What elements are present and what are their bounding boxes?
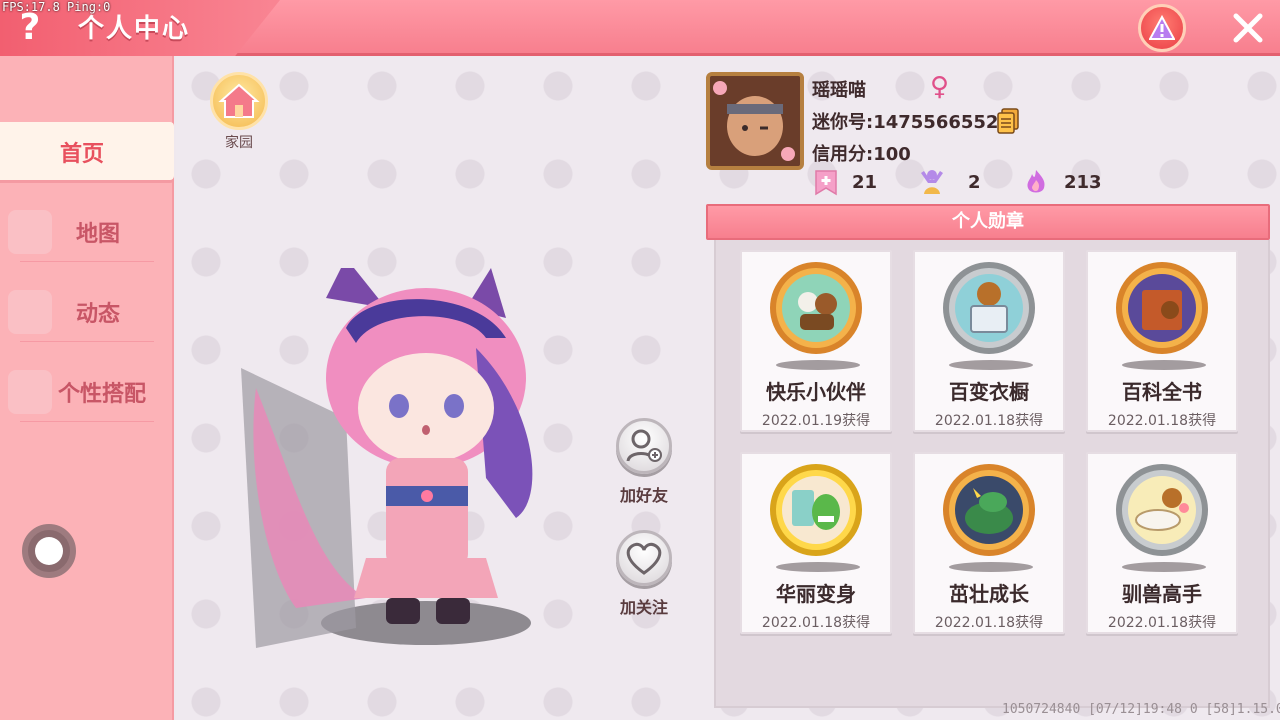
sidebar-item-label: 地图 [75, 222, 120, 247]
badge-name: 快乐小伙伴 [766, 380, 866, 404]
close-button[interactable] [1226, 6, 1270, 50]
warning-triangle-icon [1149, 15, 1175, 40]
credit-score: 信用分:100 [812, 144, 911, 165]
transformation-medal-icon [770, 464, 862, 556]
growth-medal-icon [943, 464, 1035, 556]
warning-button[interactable] [1138, 4, 1186, 52]
person-plus-icon [626, 429, 662, 462]
sidebar-item-map[interactable]: 地图 [0, 202, 164, 262]
build-info: 1050724840 [07/12]19:48 0 [58]1.15.0 [1002, 702, 1280, 717]
badge-shadow [949, 562, 1033, 572]
badge-shadow [1122, 562, 1206, 572]
sidebar: 首页 地图 动态 个性搭配 [0, 56, 174, 720]
player-character [241, 268, 533, 648]
cheer-person-icon [921, 170, 943, 194]
stat-value: 213 [1064, 172, 1102, 193]
sidebar-item-label: 首页 [59, 142, 104, 167]
sidebar-item-outfit[interactable]: 个性搭配 [0, 362, 164, 422]
badge-date: 2022.01.19获得 [761, 413, 871, 429]
wardrobe-medal-icon [943, 262, 1035, 354]
add-friend-label: 加好友 [619, 486, 668, 505]
badge-name: 华丽变身 [776, 582, 856, 606]
home-button[interactable] [210, 72, 268, 130]
badge-card[interactable]: 百变衣橱 2022.01.18获得 [913, 250, 1065, 432]
badge-name: 百变衣橱 [949, 380, 1029, 404]
bookmark-plus-icon [815, 170, 837, 196]
copy-icon[interactable] [996, 108, 1020, 134]
badge-shadow [1122, 360, 1206, 370]
badge-date: 2022.01.18获得 [1107, 615, 1217, 631]
badge-name: 百科全书 [1122, 380, 1202, 404]
badge-name: 茁壮成长 [949, 582, 1029, 606]
badge-card[interactable]: 茁壮成长 2022.01.18获得 [913, 452, 1065, 634]
stat-value: 21 [852, 172, 878, 193]
sidebar-item-feed[interactable]: 动态 [0, 282, 164, 342]
top-bar: ? 个人中心 FPS:17.8 Ping:0 [0, 0, 1280, 56]
add-friend-button[interactable] [616, 418, 672, 474]
badge-card[interactable]: 快乐小伙伴 2022.01.19获得 [740, 250, 892, 432]
divider [20, 421, 154, 422]
badge-section-title: 个人勋章 [706, 204, 1270, 240]
encyclopedia-medal-icon [1116, 262, 1208, 354]
badge-date: 2022.01.18获得 [1107, 413, 1217, 429]
badge-card[interactable]: 驯兽高手 2022.01.18获得 [1086, 452, 1238, 634]
house-icon [218, 83, 260, 118]
follow-button[interactable] [616, 530, 672, 586]
home-label: 家园 [225, 135, 253, 151]
badge-shadow [776, 562, 860, 572]
avatar-portrait [710, 76, 800, 166]
badge-name: 驯兽高手 [1122, 582, 1202, 606]
heart-icon [626, 542, 662, 575]
sidebar-item-home[interactable]: 首页 [0, 122, 174, 180]
badge-card[interactable]: 华丽变身 2022.01.18获得 [740, 452, 892, 634]
badge-shadow [949, 360, 1033, 370]
avatar[interactable] [706, 72, 804, 170]
player-name: 瑶瑶喵 [812, 80, 866, 101]
fps-readout: FPS:17.8 Ping:0 [2, 0, 111, 14]
divider [20, 341, 154, 342]
badge-date: 2022.01.18获得 [934, 413, 1044, 429]
player-id: 迷你号:1475566552 [812, 112, 999, 133]
sidebar-item-label: 动态 [75, 302, 120, 327]
follow-label: 加关注 [619, 598, 668, 617]
badge-card[interactable]: 百科全书 2022.01.18获得 [1086, 250, 1238, 432]
sidebar-item-label: 个性搭配 [57, 382, 146, 407]
close-icon [1233, 13, 1263, 43]
beast-tamer-medal-icon [1116, 464, 1208, 556]
badge-date: 2022.01.18获得 [934, 615, 1044, 631]
badge-date: 2022.01.18获得 [761, 615, 871, 631]
female-icon: ♀ [930, 72, 950, 102]
happy-partner-medal-icon [770, 262, 862, 354]
divider [20, 261, 154, 262]
flame-icon [1027, 170, 1045, 193]
stat-value: 2 [968, 172, 981, 193]
badge-shadow [776, 360, 860, 370]
virtual-joystick[interactable] [22, 524, 76, 578]
